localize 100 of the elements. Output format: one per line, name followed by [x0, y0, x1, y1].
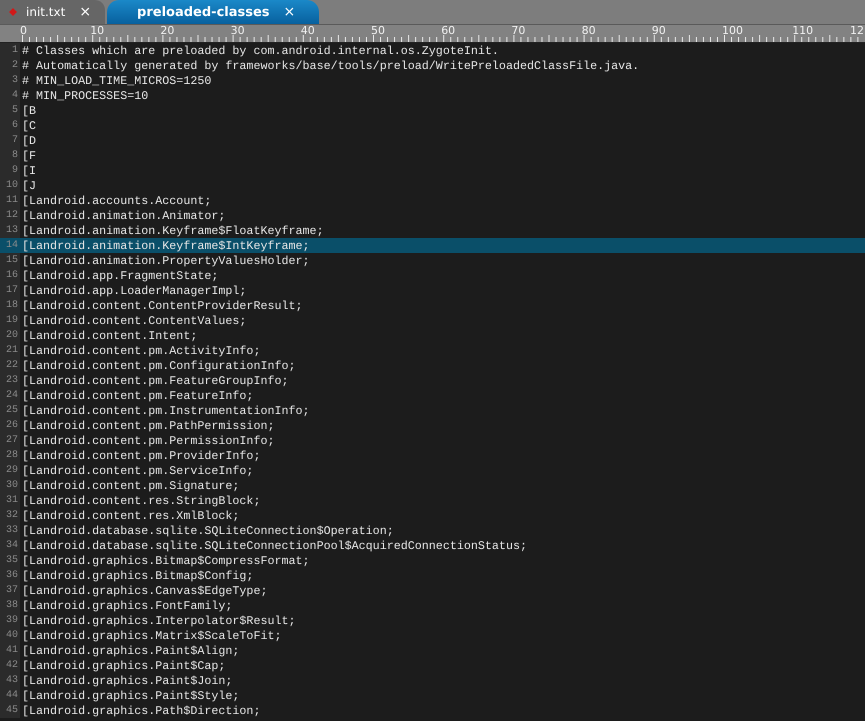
code-line: [Landroid.content.ContentProviderResult; — [22, 298, 303, 312]
code-line: [Landroid.content.pm.FeatureInfo; — [22, 388, 254, 402]
ruler-label: 60 — [441, 25, 456, 37]
line-number: 27 — [0, 433, 20, 448]
ruler-label: 20 — [160, 25, 174, 37]
line-number: 42 — [0, 658, 20, 673]
line-number: 11 — [0, 193, 20, 208]
code-line: [Landroid.graphics.Paint$Cap; — [22, 658, 226, 672]
code-line: [Landroid.content.pm.ServiceInfo; — [22, 464, 254, 478]
line-number: 9 — [0, 163, 20, 178]
code-line: # Automatically generated by frameworks/base/tools/preload/WritePreloadedClassFile.java. — [22, 58, 640, 72]
line-number: 38 — [0, 598, 20, 613]
ruler-label: 70 — [511, 25, 526, 37]
ruler-label: 100 — [722, 25, 743, 37]
modified-icon — [8, 7, 18, 17]
code-line: [Landroid.content.pm.FeatureGroupInfo; — [22, 374, 289, 388]
line-number: 32 — [0, 508, 20, 523]
line-number: 26 — [0, 418, 20, 433]
ruler-label: 12 — [850, 25, 864, 37]
line-number: 24 — [0, 388, 20, 403]
line-number: 4 — [0, 88, 20, 103]
code-line: [Landroid.graphics.Canvas$EdgeType; — [22, 584, 268, 598]
line-number: 6 — [0, 118, 20, 133]
line-number: 29 — [0, 463, 20, 478]
line-number: 3 — [0, 73, 20, 88]
line-number: 44 — [0, 688, 20, 703]
code-line: # MIN_LOAD_TIME_MICROS=1250 — [22, 74, 212, 88]
code-line: [Landroid.content.pm.ConfigurationInfo; — [22, 358, 296, 372]
ruler-label: 0 — [20, 25, 27, 37]
code-line: [Landroid.animation.Keyframe$FloatKeyframe; — [22, 224, 324, 238]
code-line: [Landroid.animation.PropertyValuesHolder; — [22, 254, 310, 268]
line-number: 18 — [0, 298, 20, 313]
line-number: 34 — [0, 538, 20, 553]
line-number: 31 — [0, 493, 20, 508]
line-number: 20 — [0, 328, 20, 343]
code-line: [Landroid.animation.Keyframe$IntKeyframe; — [22, 238, 310, 252]
line-number: 5 — [0, 103, 20, 118]
line-number: 17 — [0, 283, 20, 298]
line-number: 23 — [0, 373, 20, 388]
line-number: 41 — [0, 643, 20, 658]
line-number: 13 — [0, 223, 20, 238]
code-line: [Landroid.content.pm.InstrumentationInfo; — [22, 404, 310, 418]
ruler-label: 50 — [371, 25, 385, 37]
line-number: 35 — [0, 553, 20, 568]
ruler-label: 110 — [792, 25, 814, 37]
line-number: 28 — [0, 448, 20, 463]
code-line: [Landroid.content.pm.PathPermission; — [22, 418, 274, 432]
code-line: [Landroid.accounts.Account; — [22, 194, 212, 208]
ruler-label: 30 — [230, 25, 245, 37]
line-number: 1 — [0, 43, 20, 58]
line-number: 33 — [0, 523, 20, 538]
code-line: [Landroid.content.ContentValues; — [22, 314, 246, 328]
code-line: [Landroid.content.pm.Signature; — [22, 478, 240, 492]
line-number: 10 — [0, 178, 20, 193]
code-line: [Landroid.app.LoaderManagerImpl; — [22, 284, 246, 298]
line-number: 45 — [0, 703, 20, 718]
line-number: 12 — [0, 208, 20, 223]
code-line: [C — [22, 118, 36, 132]
code-line: [Landroid.database.sqlite.SQLiteConnection$Operation; — [22, 524, 394, 538]
code-line: [D — [22, 134, 36, 148]
code-line: # MIN_PROCESSES=10 — [22, 88, 148, 102]
code-line: [Landroid.graphics.Bitmap$CompressFormat; — [22, 554, 310, 568]
line-number: 43 — [0, 673, 20, 688]
line-number: 39 — [0, 613, 20, 628]
line-number: 21 — [0, 343, 20, 358]
code-line: [Landroid.graphics.Paint$Style; — [22, 688, 240, 702]
close-icon[interactable]: × — [79, 4, 92, 20]
code-line: [Landroid.graphics.Matrix$ScaleToFit; — [22, 628, 282, 642]
code-line: [Landroid.graphics.Paint$Join; — [22, 674, 232, 688]
code-line: # Classes which are preloaded by com.android.internal.os.ZygoteInit. — [22, 44, 499, 58]
editor-tab[interactable]: preloaded-classes × — [107, 0, 320, 24]
code-line: [Landroid.content.Intent; — [22, 328, 198, 342]
code-line: [F — [22, 148, 36, 162]
ruler-label: 10 — [90, 25, 104, 37]
line-number: 16 — [0, 268, 20, 283]
code-line: [Landroid.graphics.FontFamily; — [22, 598, 232, 612]
code-line: [I — [22, 164, 36, 178]
code-line: [Landroid.app.FragmentState; — [22, 268, 218, 282]
code-line: [J — [22, 178, 36, 192]
line-number: 25 — [0, 403, 20, 418]
code-line: [Landroid.graphics.Path$Direction; — [22, 704, 260, 718]
line-number: 19 — [0, 313, 20, 328]
line-number: 37 — [0, 583, 20, 598]
line-number: 36 — [0, 568, 20, 583]
code-line: [Landroid.database.sqlite.SQLiteConnectionPool$AcquiredConnectionStatus; — [22, 538, 527, 552]
line-number: 22 — [0, 358, 20, 373]
code-line: [Landroid.content.res.StringBlock; — [22, 494, 260, 508]
line-number: 2 — [0, 58, 20, 73]
code-line: [Landroid.graphics.Interpolator$Result; — [22, 614, 296, 628]
ruler-label: 80 — [582, 25, 596, 37]
code-line: [Landroid.graphics.Paint$Align; — [22, 644, 240, 658]
line-number: 15 — [0, 253, 20, 268]
close-icon[interactable]: × — [284, 4, 296, 20]
ruler-label: 90 — [652, 25, 666, 37]
line-number: 40 — [0, 628, 20, 643]
code-line: [B — [22, 104, 36, 118]
line-number: 30 — [0, 478, 20, 493]
line-number: 7 — [0, 133, 20, 148]
editor-tab[interactable]: init.txt × — [0, 0, 106, 24]
line-number: 8 — [0, 148, 20, 163]
